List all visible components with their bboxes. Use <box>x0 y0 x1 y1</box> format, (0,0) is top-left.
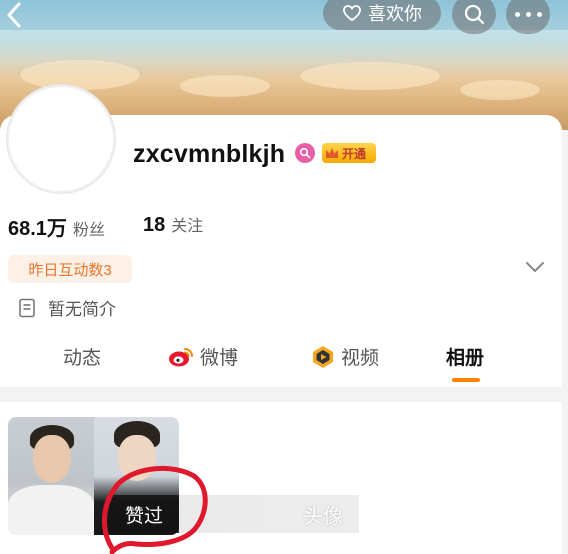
tab-weibo[interactable]: 微博 <box>168 343 238 370</box>
weibo-icon <box>169 347 193 366</box>
document-icon <box>19 298 35 317</box>
more-dot-icon <box>525 11 531 17</box>
following-value: 18 <box>143 214 166 236</box>
like-you-button[interactable]: 喜欢你 <box>323 0 441 30</box>
search-badge-icon <box>299 147 311 159</box>
super-topic-badge[interactable] <box>295 143 315 163</box>
chevron-left-icon <box>7 2 21 28</box>
cover-sand-patch <box>20 60 140 90</box>
avatar[interactable] <box>7 85 115 193</box>
cover-sand-patch <box>460 80 540 100</box>
fans-value: 68.1万 <box>8 218 67 240</box>
following-label: 关注 <box>171 218 204 235</box>
username: zxcvmnblkjh <box>133 140 286 168</box>
expand-button[interactable] <box>525 260 545 278</box>
cover-sand-patch <box>300 62 440 90</box>
tab-album[interactable]: 相册 <box>446 343 484 370</box>
search-icon <box>464 4 485 25</box>
photo-face <box>33 435 71 483</box>
tab-video[interactable]: 视频 <box>311 343 379 370</box>
photo-shirt <box>8 485 94 535</box>
fans-label: 粉丝 <box>72 222 105 239</box>
tab-label: 动态 <box>63 348 102 369</box>
chevron-down-icon <box>526 262 544 272</box>
tab-label: 视频 <box>341 348 380 369</box>
intro-text: 暂无简介 <box>48 300 116 319</box>
back-button[interactable] <box>0 0 34 34</box>
tab-label: 相册 <box>446 348 485 369</box>
video-icon <box>313 345 333 368</box>
crown-icon <box>326 148 338 158</box>
interaction-count-tag[interactable]: 昨日互动数3 <box>8 255 132 283</box>
red-annotation-circle <box>101 465 208 554</box>
fans-count[interactable]: 68.1万 粉丝 <box>8 212 105 241</box>
album-photo[interactable] <box>8 417 94 535</box>
tab-dynamic[interactable]: 动态 <box>63 343 101 370</box>
following-count[interactable]: 18 关注 <box>143 212 203 237</box>
cover-sand-patch <box>180 75 270 97</box>
vip-label: 开通 <box>342 146 367 161</box>
active-tab-indicator <box>452 378 480 382</box>
tab-label: 微博 <box>200 348 239 369</box>
vip-open-badge[interactable]: 开通 <box>322 143 376 163</box>
like-you-label: 喜欢你 <box>368 4 422 24</box>
hand-heart-icon <box>343 5 361 22</box>
profile-intro[interactable]: 暂无简介 <box>18 295 116 320</box>
more-dot-icon <box>514 11 520 17</box>
more-dot-icon <box>536 11 542 17</box>
